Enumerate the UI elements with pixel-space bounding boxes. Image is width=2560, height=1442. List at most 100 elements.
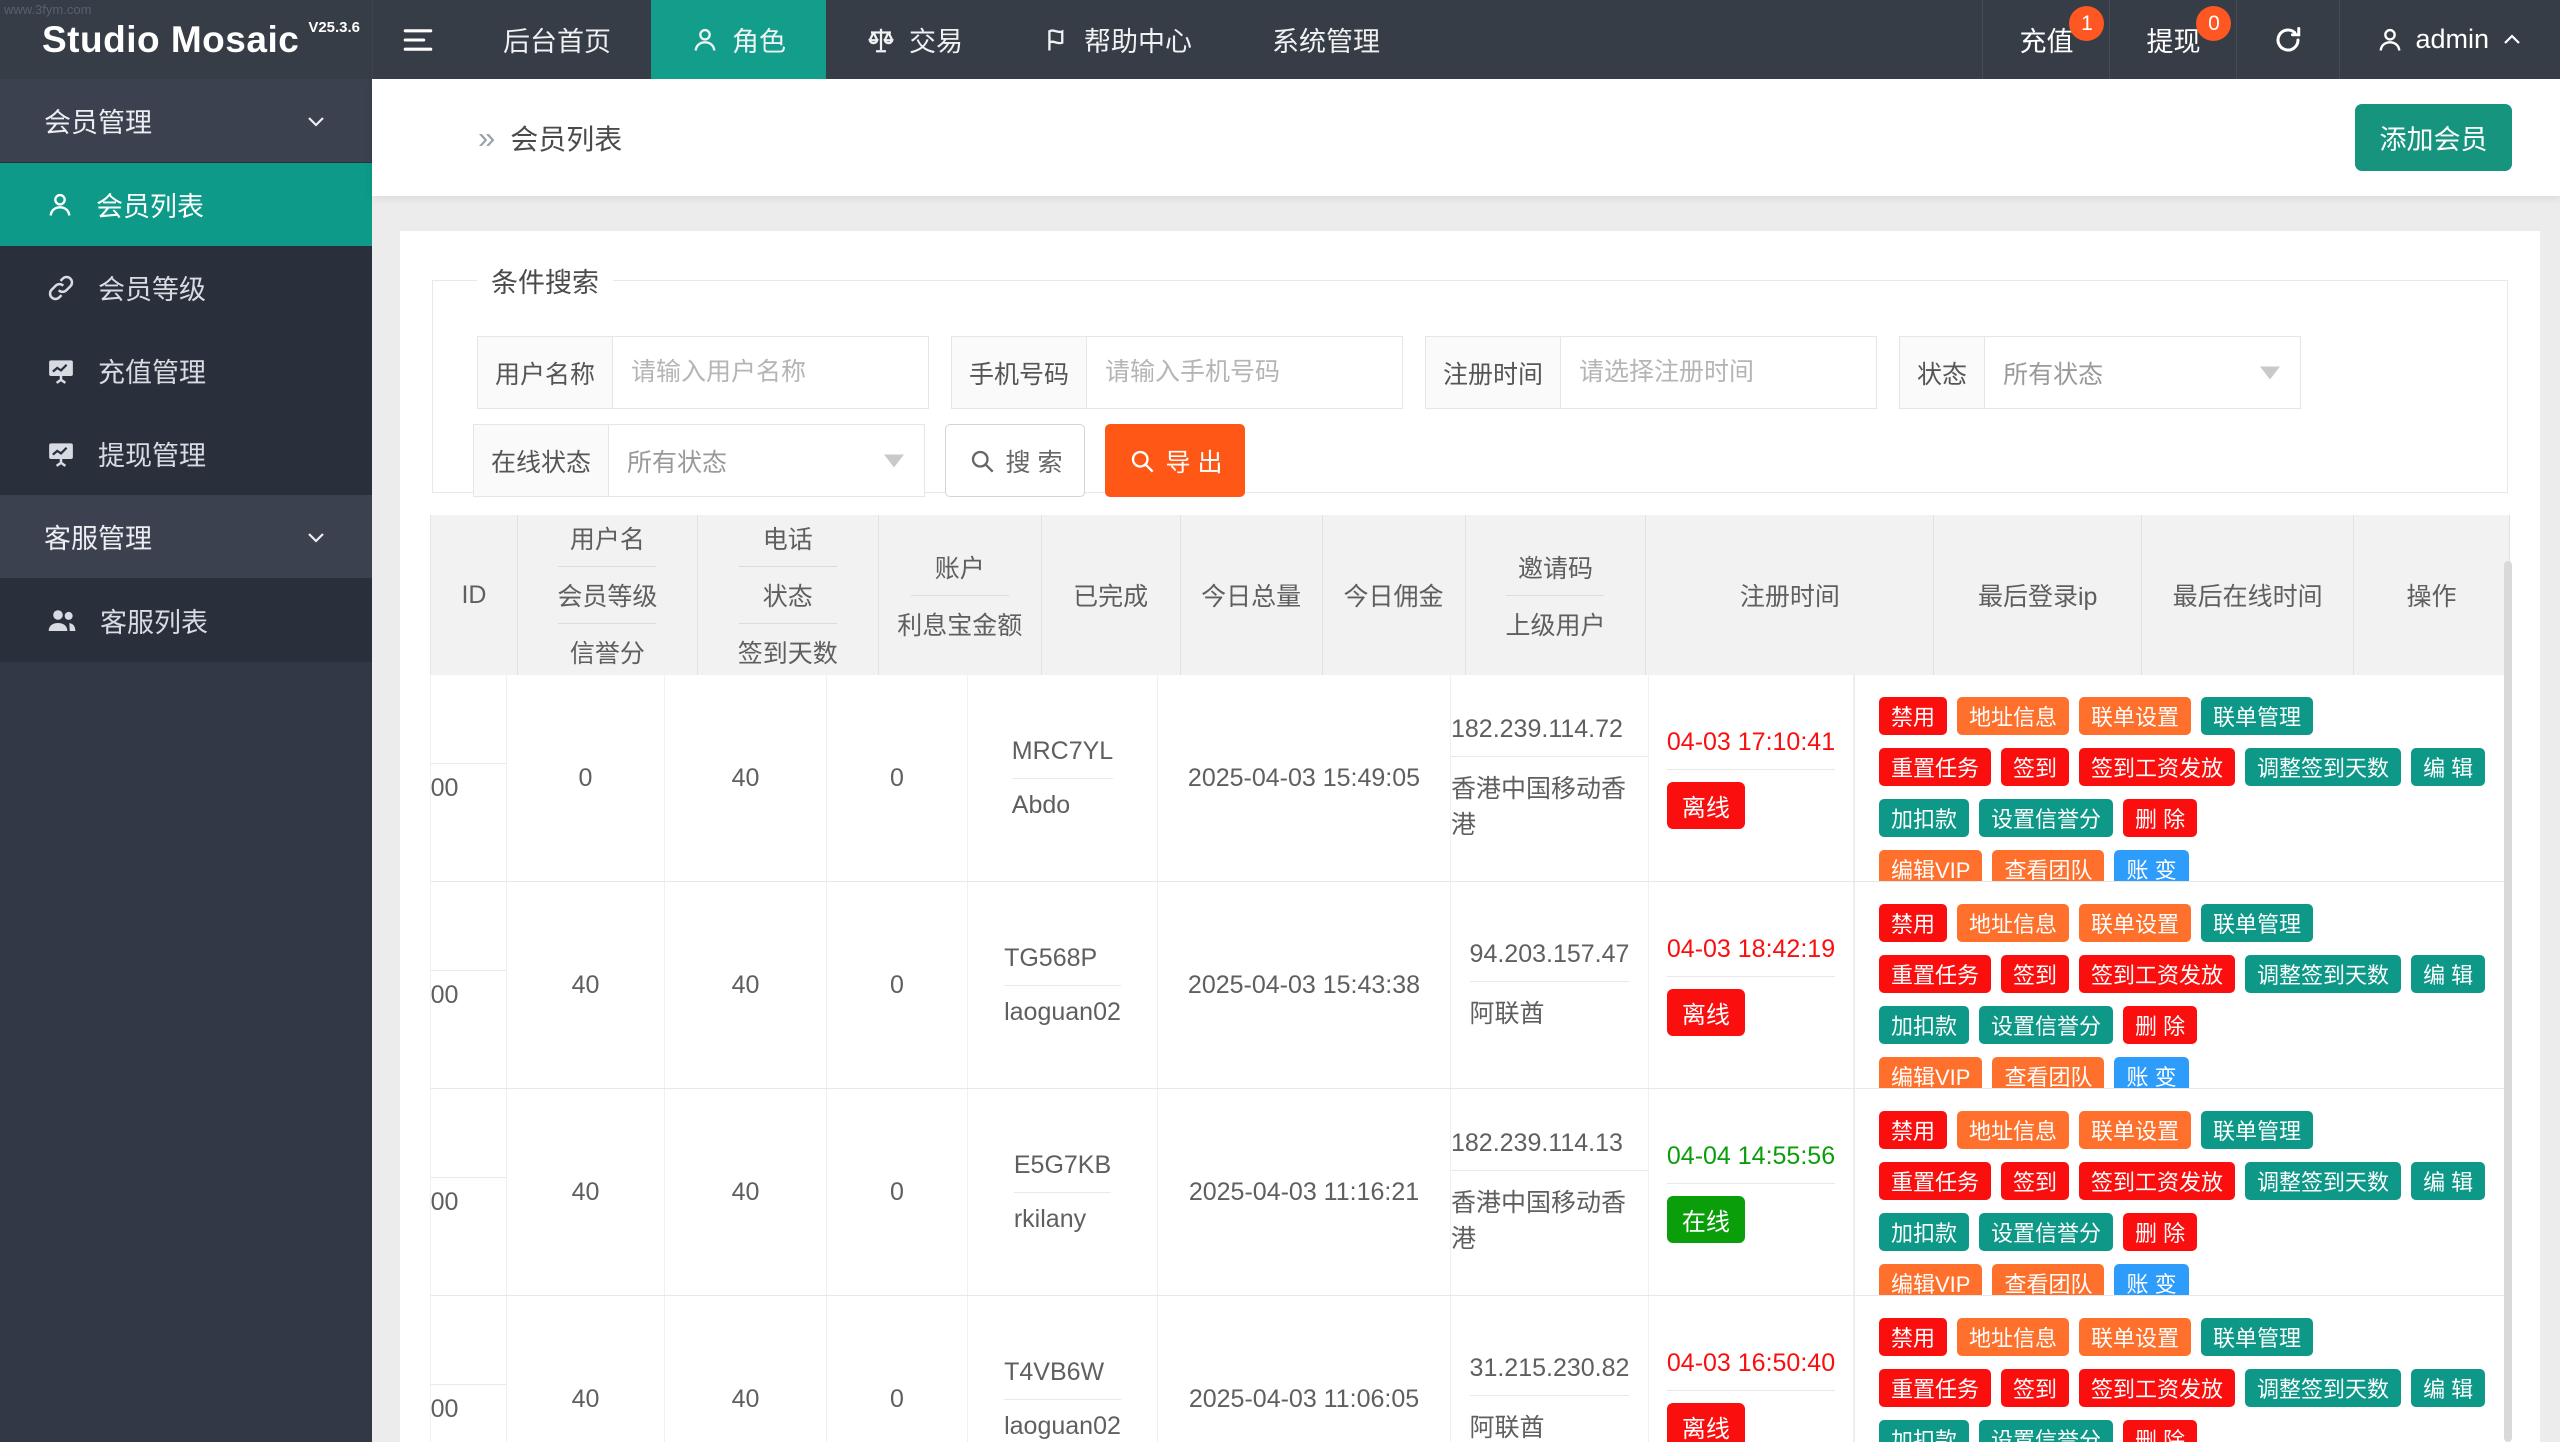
search-button[interactable]: 搜 索 xyxy=(945,424,1085,497)
cell-last-online: 04-03 17:10:41离线 xyxy=(1649,675,1854,881)
action-button-删除[interactable]: 删 除 xyxy=(2123,1213,2197,1251)
action-button-禁用[interactable]: 禁用 xyxy=(1879,1111,1947,1149)
cell-value: 40 xyxy=(732,1178,760,1207)
cell-divider xyxy=(1004,985,1121,986)
action-button-调整签到天数[interactable]: 调整签到天数 xyxy=(2245,955,2401,993)
action-button-删除[interactable]: 删 除 xyxy=(2123,1006,2197,1044)
tab-后台首页[interactable]: 后台首页 xyxy=(463,0,651,79)
recharge-nav[interactable]: 充值 1 xyxy=(1982,0,2109,79)
table-body: 000400MRC7YLAbdo2025-04-03 15:49:05182.2… xyxy=(430,675,2511,1442)
search-online-status-select[interactable]: 所有状态 xyxy=(609,424,925,497)
cell-divider xyxy=(1012,778,1113,779)
action-button-签到[interactable]: 签到 xyxy=(2001,955,2069,993)
tab-角色[interactable]: 角色 xyxy=(651,0,826,79)
sidebar-group-客服管理[interactable]: 客服管理 xyxy=(0,495,372,579)
action-button-联单管理[interactable]: 联单管理 xyxy=(2201,1111,2313,1149)
cell-register-time: 2025-04-03 15:43:38 xyxy=(1158,882,1451,1088)
search-status-select[interactable]: 所有状态 xyxy=(1985,336,2301,409)
search-username-input[interactable] xyxy=(613,336,929,409)
action-button-删除[interactable]: 删 除 xyxy=(2123,1420,2197,1442)
action-button-重置任务[interactable]: 重置任务 xyxy=(1879,1369,1991,1407)
last-online-time: 04-03 18:42:19 xyxy=(1667,935,1835,964)
withdraw-nav[interactable]: 提现 0 xyxy=(2109,0,2236,79)
user-menu[interactable]: admin xyxy=(2339,0,2560,79)
action-button-联单设置[interactable]: 联单设置 xyxy=(2079,904,2191,942)
export-button[interactable]: 导 出 xyxy=(1105,424,1245,497)
action-button-加扣款[interactable]: 加扣款 xyxy=(1879,799,1969,837)
tab-系统管理[interactable]: 系统管理 xyxy=(1232,0,1420,79)
action-button-加扣款[interactable]: 加扣款 xyxy=(1879,1420,1969,1442)
action-button-签到[interactable]: 签到 xyxy=(2001,1162,2069,1200)
action-button-联单设置[interactable]: 联单设置 xyxy=(2079,1318,2191,1356)
sidebar-group-会员管理[interactable]: 会员管理 xyxy=(0,79,372,163)
action-button-查看团队[interactable]: 查看团队 xyxy=(1992,850,2104,881)
action-button-重置任务[interactable]: 重置任务 xyxy=(1879,955,1991,993)
action-button-联单设置[interactable]: 联单设置 xyxy=(2079,697,2191,735)
action-button-编辑[interactable]: 编 辑 xyxy=(2411,1369,2485,1407)
search-register-time-input[interactable] xyxy=(1561,336,1877,409)
tab-帮助中心[interactable]: 帮助中心 xyxy=(1003,0,1232,79)
action-button-账变[interactable]: 账 变 xyxy=(2114,850,2188,881)
action-button-调整签到天数[interactable]: 调整签到天数 xyxy=(2245,1369,2401,1407)
action-button-设置信誉分[interactable]: 设置信誉分 xyxy=(1979,799,2113,837)
action-button-联单管理[interactable]: 联单管理 xyxy=(2201,1318,2313,1356)
action-button-编辑[interactable]: 编 辑 xyxy=(2411,1162,2485,1200)
column-header: 最后登录ip xyxy=(1934,515,2142,675)
action-button-禁用[interactable]: 禁用 xyxy=(1879,904,1947,942)
tab-交易[interactable]: 交易 xyxy=(826,0,1003,79)
action-button-地址信息[interactable]: 地址信息 xyxy=(1957,904,2069,942)
column-header: 今日佣金 xyxy=(1323,515,1466,675)
action-button-设置信誉分[interactable]: 设置信誉分 xyxy=(1979,1420,2113,1442)
action-button-设置信誉分[interactable]: 设置信誉分 xyxy=(1979,1006,2113,1044)
action-button-查看团队[interactable]: 查看团队 xyxy=(1992,1264,2104,1295)
action-button-编辑VIP[interactable]: 编辑VIP xyxy=(1879,1057,1982,1088)
table-scrollbar[interactable] xyxy=(2504,561,2512,1442)
action-button-账变[interactable]: 账 变 xyxy=(2114,1264,2188,1295)
action-button-加扣款[interactable]: 加扣款 xyxy=(1879,1213,1969,1251)
table-row: 0040400TG568Plaoguan022025-04-03 15:43:3… xyxy=(431,882,2511,1089)
sidebar-item-充值管理[interactable]: 充值管理 xyxy=(0,329,372,412)
cell-login-ip: 31.215.230.82阿联酋 xyxy=(1451,1296,1649,1442)
action-button-签到[interactable]: 签到 xyxy=(2001,1369,2069,1407)
sidebar-item-提现管理[interactable]: 提现管理 xyxy=(0,412,372,495)
refresh-button[interactable] xyxy=(2236,0,2339,79)
add-member-button[interactable]: 添加会员 xyxy=(2355,104,2512,171)
action-button-地址信息[interactable]: 地址信息 xyxy=(1957,1318,2069,1356)
action-button-联单设置[interactable]: 联单设置 xyxy=(2079,1111,2191,1149)
action-button-签到工资发放[interactable]: 签到工资发放 xyxy=(2079,1369,2235,1407)
action-button-签到[interactable]: 签到 xyxy=(2001,748,2069,786)
action-button-地址信息[interactable]: 地址信息 xyxy=(1957,697,2069,735)
action-button-地址信息[interactable]: 地址信息 xyxy=(1957,1111,2069,1149)
cell-actions: 禁用地址信息联单设置联单管理重置任务签到签到工资发放调整签到天数编 辑加扣款设置… xyxy=(1854,1089,2511,1295)
action-button-查看团队[interactable]: 查看团队 xyxy=(1992,1057,2104,1088)
online-status-badge: 在线 xyxy=(1667,1196,1745,1243)
sidebar-item-会员列表[interactable]: 会员列表 xyxy=(0,163,372,246)
action-button-禁用[interactable]: 禁用 xyxy=(1879,1318,1947,1356)
sidebar-item-会员等级[interactable]: 会员等级 xyxy=(0,246,372,329)
action-button-编辑VIP[interactable]: 编辑VIP xyxy=(1879,850,1982,881)
sidebar-toggle[interactable] xyxy=(372,0,463,79)
action-button-账变[interactable]: 账 变 xyxy=(2114,1057,2188,1088)
online-status-badge: 离线 xyxy=(1667,989,1745,1036)
header-divider xyxy=(558,566,656,567)
action-button-签到工资发放[interactable]: 签到工资发放 xyxy=(2079,748,2235,786)
action-button-删除[interactable]: 删 除 xyxy=(2123,799,2197,837)
action-button-签到工资发放[interactable]: 签到工资发放 xyxy=(2079,1162,2235,1200)
action-button-联单管理[interactable]: 联单管理 xyxy=(2201,904,2313,942)
last-online-stack: 04-03 18:42:19 离线 xyxy=(1667,935,1835,1036)
column-header: 邀请码上级用户 xyxy=(1466,515,1647,675)
action-button-编辑[interactable]: 编 辑 xyxy=(2411,955,2485,993)
action-button-编辑[interactable]: 编 辑 xyxy=(2411,748,2485,786)
action-button-加扣款[interactable]: 加扣款 xyxy=(1879,1006,1969,1044)
search-phone-input[interactable] xyxy=(1087,336,1403,409)
action-button-调整签到天数[interactable]: 调整签到天数 xyxy=(2245,1162,2401,1200)
action-button-调整签到天数[interactable]: 调整签到天数 xyxy=(2245,748,2401,786)
action-button-禁用[interactable]: 禁用 xyxy=(1879,697,1947,735)
action-button-联单管理[interactable]: 联单管理 xyxy=(2201,697,2313,735)
action-button-编辑VIP[interactable]: 编辑VIP xyxy=(1879,1264,1982,1295)
sidebar-item-客服列表[interactable]: 客服列表 xyxy=(0,579,372,662)
action-button-签到工资发放[interactable]: 签到工资发放 xyxy=(2079,955,2235,993)
action-button-设置信誉分[interactable]: 设置信誉分 xyxy=(1979,1213,2113,1251)
action-button-重置任务[interactable]: 重置任务 xyxy=(1879,748,1991,786)
action-button-重置任务[interactable]: 重置任务 xyxy=(1879,1162,1991,1200)
